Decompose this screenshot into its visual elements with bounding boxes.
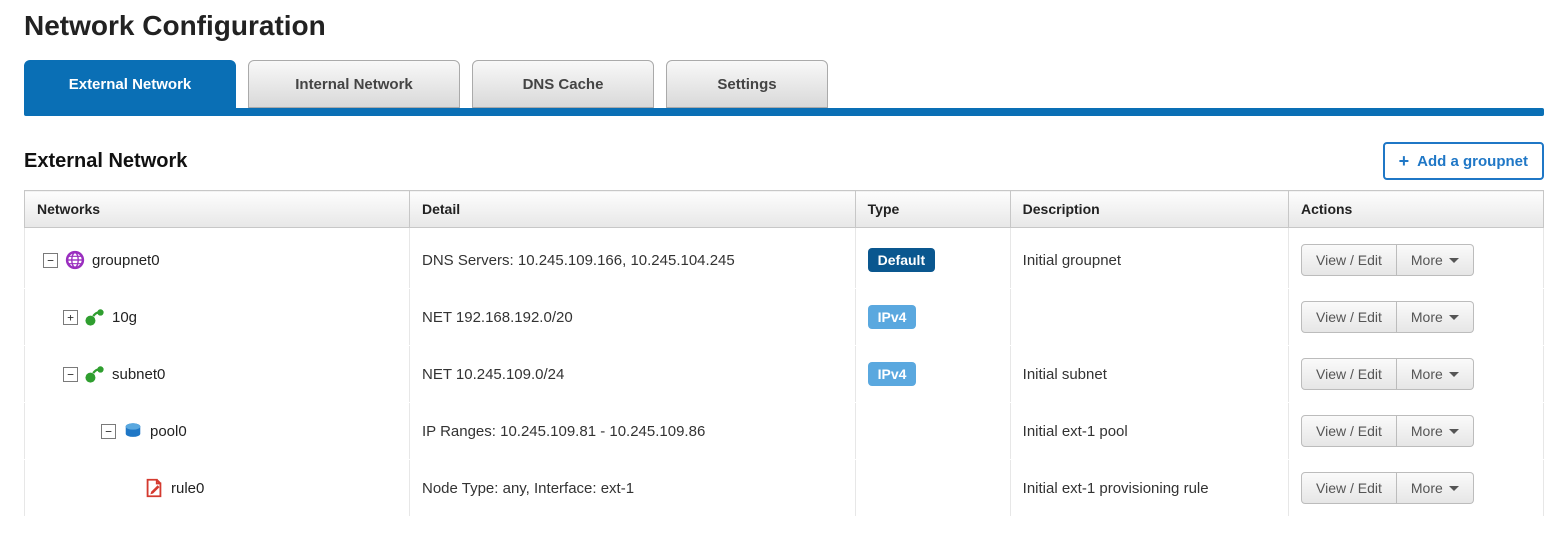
networks-table: Networks Detail Type Description Actions… <box>24 190 1544 517</box>
subnet-icon <box>84 364 106 384</box>
view-edit-button[interactable]: View / Edit <box>1301 358 1397 390</box>
more-menu-button[interactable]: More <box>1397 244 1474 276</box>
more-label: More <box>1411 252 1443 268</box>
tree-node: − subnet0 <box>37 364 397 384</box>
table-row: rule0 Node Type: any, Interface: ext-1 Ini… <box>25 460 1544 517</box>
more-menu-button[interactable]: More <box>1397 301 1474 333</box>
action-group: View / Edit More <box>1301 472 1474 504</box>
collapse-icon[interactable]: − <box>63 367 78 382</box>
action-group: View / Edit More <box>1301 301 1474 333</box>
table-header-row: Networks Detail Type Description Actions <box>25 191 1544 228</box>
detail-cell: DNS Servers: 10.245.109.166, 10.245.104.… <box>410 228 856 289</box>
description-cell: Initial groupnet <box>1010 228 1288 289</box>
tab-dns-cache[interactable]: DNS Cache <box>472 60 654 108</box>
collapse-icon[interactable]: − <box>101 424 116 439</box>
chevron-down-icon <box>1449 429 1459 439</box>
action-group: View / Edit More <box>1301 415 1474 447</box>
tab-label: DNS Cache <box>523 76 604 93</box>
type-cell <box>855 403 1010 460</box>
section-title: External Network <box>24 150 187 173</box>
detail-cell: NET 10.245.109.0/24 <box>410 346 856 403</box>
tab-external-network[interactable]: External Network <box>24 60 236 108</box>
type-cell: IPv4 <box>855 346 1010 403</box>
page-title: Network Configuration <box>24 10 1544 42</box>
section-header: External Network + Add a groupnet <box>24 142 1544 180</box>
expand-icon[interactable]: + <box>63 310 78 325</box>
col-actions[interactable]: Actions <box>1289 191 1544 228</box>
view-edit-button[interactable]: View / Edit <box>1301 415 1397 447</box>
network-name: rule0 <box>171 480 204 497</box>
network-name: pool0 <box>150 423 187 440</box>
more-menu-button[interactable]: More <box>1397 472 1474 504</box>
tab-underline <box>24 108 1544 116</box>
description-cell: Initial ext-1 provisioning rule <box>1010 460 1288 517</box>
more-menu-button[interactable]: More <box>1397 358 1474 390</box>
type-cell: Default <box>855 228 1010 289</box>
more-label: More <box>1411 480 1443 496</box>
more-label: More <box>1411 309 1443 325</box>
network-name: 10g <box>112 309 137 326</box>
description-cell: Initial ext-1 pool <box>1010 403 1288 460</box>
table-row: − subnet0 NET 10.245.109.0/24 IPv4 Initial … <box>25 346 1544 403</box>
more-label: More <box>1411 423 1443 439</box>
col-description[interactable]: Description <box>1010 191 1288 228</box>
action-group: View / Edit More <box>1301 358 1474 390</box>
col-type[interactable]: Type <box>855 191 1010 228</box>
globe-icon <box>64 249 86 271</box>
tab-internal-network[interactable]: Internal Network <box>248 60 460 108</box>
view-edit-button[interactable]: View / Edit <box>1301 244 1397 276</box>
tab-label: External Network <box>69 76 192 93</box>
type-cell: IPv4 <box>855 289 1010 346</box>
actions-cell: View / Edit More <box>1289 346 1544 403</box>
add-groupnet-label: Add a groupnet <box>1417 153 1528 170</box>
network-name: subnet0 <box>112 366 165 383</box>
tab-settings[interactable]: Settings <box>666 60 828 108</box>
col-detail[interactable]: Detail <box>410 191 856 228</box>
tab-label: Settings <box>717 76 776 93</box>
actions-cell: View / Edit More <box>1289 460 1544 517</box>
more-menu-button[interactable]: More <box>1397 415 1474 447</box>
actions-cell: View / Edit More <box>1289 403 1544 460</box>
table-row: − groupnet0 DNS Servers: 10.245.109.166, … <box>25 228 1544 289</box>
tab-bar: External Network Internal Network DNS Ca… <box>24 60 1544 108</box>
actions-cell: View / Edit More <box>1289 289 1544 346</box>
detail-cell: Node Type: any, Interface: ext-1 <box>410 460 856 517</box>
tab-label: Internal Network <box>295 76 413 93</box>
tree-node: − pool0 <box>37 421 397 441</box>
description-cell <box>1010 289 1288 346</box>
chevron-down-icon <box>1449 315 1459 325</box>
network-name: groupnet0 <box>92 252 160 269</box>
view-edit-button[interactable]: View / Edit <box>1301 301 1397 333</box>
view-edit-button[interactable]: View / Edit <box>1301 472 1397 504</box>
actions-cell: View / Edit More <box>1289 228 1544 289</box>
more-label: More <box>1411 366 1443 382</box>
subnet-icon <box>84 307 106 327</box>
table-row: − pool0 IP Ranges: 10.245.109.81 - 10.245… <box>25 403 1544 460</box>
type-badge: IPv4 <box>868 362 917 386</box>
detail-cell: NET 192.168.192.0/20 <box>410 289 856 346</box>
chevron-down-icon <box>1449 258 1459 268</box>
chevron-down-icon <box>1449 372 1459 382</box>
col-networks[interactable]: Networks <box>25 191 410 228</box>
plus-icon: + <box>1399 152 1410 170</box>
description-cell: Initial subnet <box>1010 346 1288 403</box>
collapse-icon[interactable]: − <box>43 253 58 268</box>
table-row: + 10g NET 192.168.192.0/20 IPv4 View / Edit… <box>25 289 1544 346</box>
tree-node: + 10g <box>37 307 397 327</box>
tree-node: − groupnet0 <box>37 249 397 271</box>
add-groupnet-button[interactable]: + Add a groupnet <box>1383 142 1544 180</box>
pool-icon <box>122 421 144 441</box>
rule-icon <box>143 477 165 499</box>
type-cell <box>855 460 1010 517</box>
chevron-down-icon <box>1449 486 1459 496</box>
type-badge: IPv4 <box>868 305 917 329</box>
tree-node: rule0 <box>37 477 397 499</box>
detail-cell: IP Ranges: 10.245.109.81 - 10.245.109.86 <box>410 403 856 460</box>
action-group: View / Edit More <box>1301 244 1474 276</box>
type-badge: Default <box>868 248 935 272</box>
